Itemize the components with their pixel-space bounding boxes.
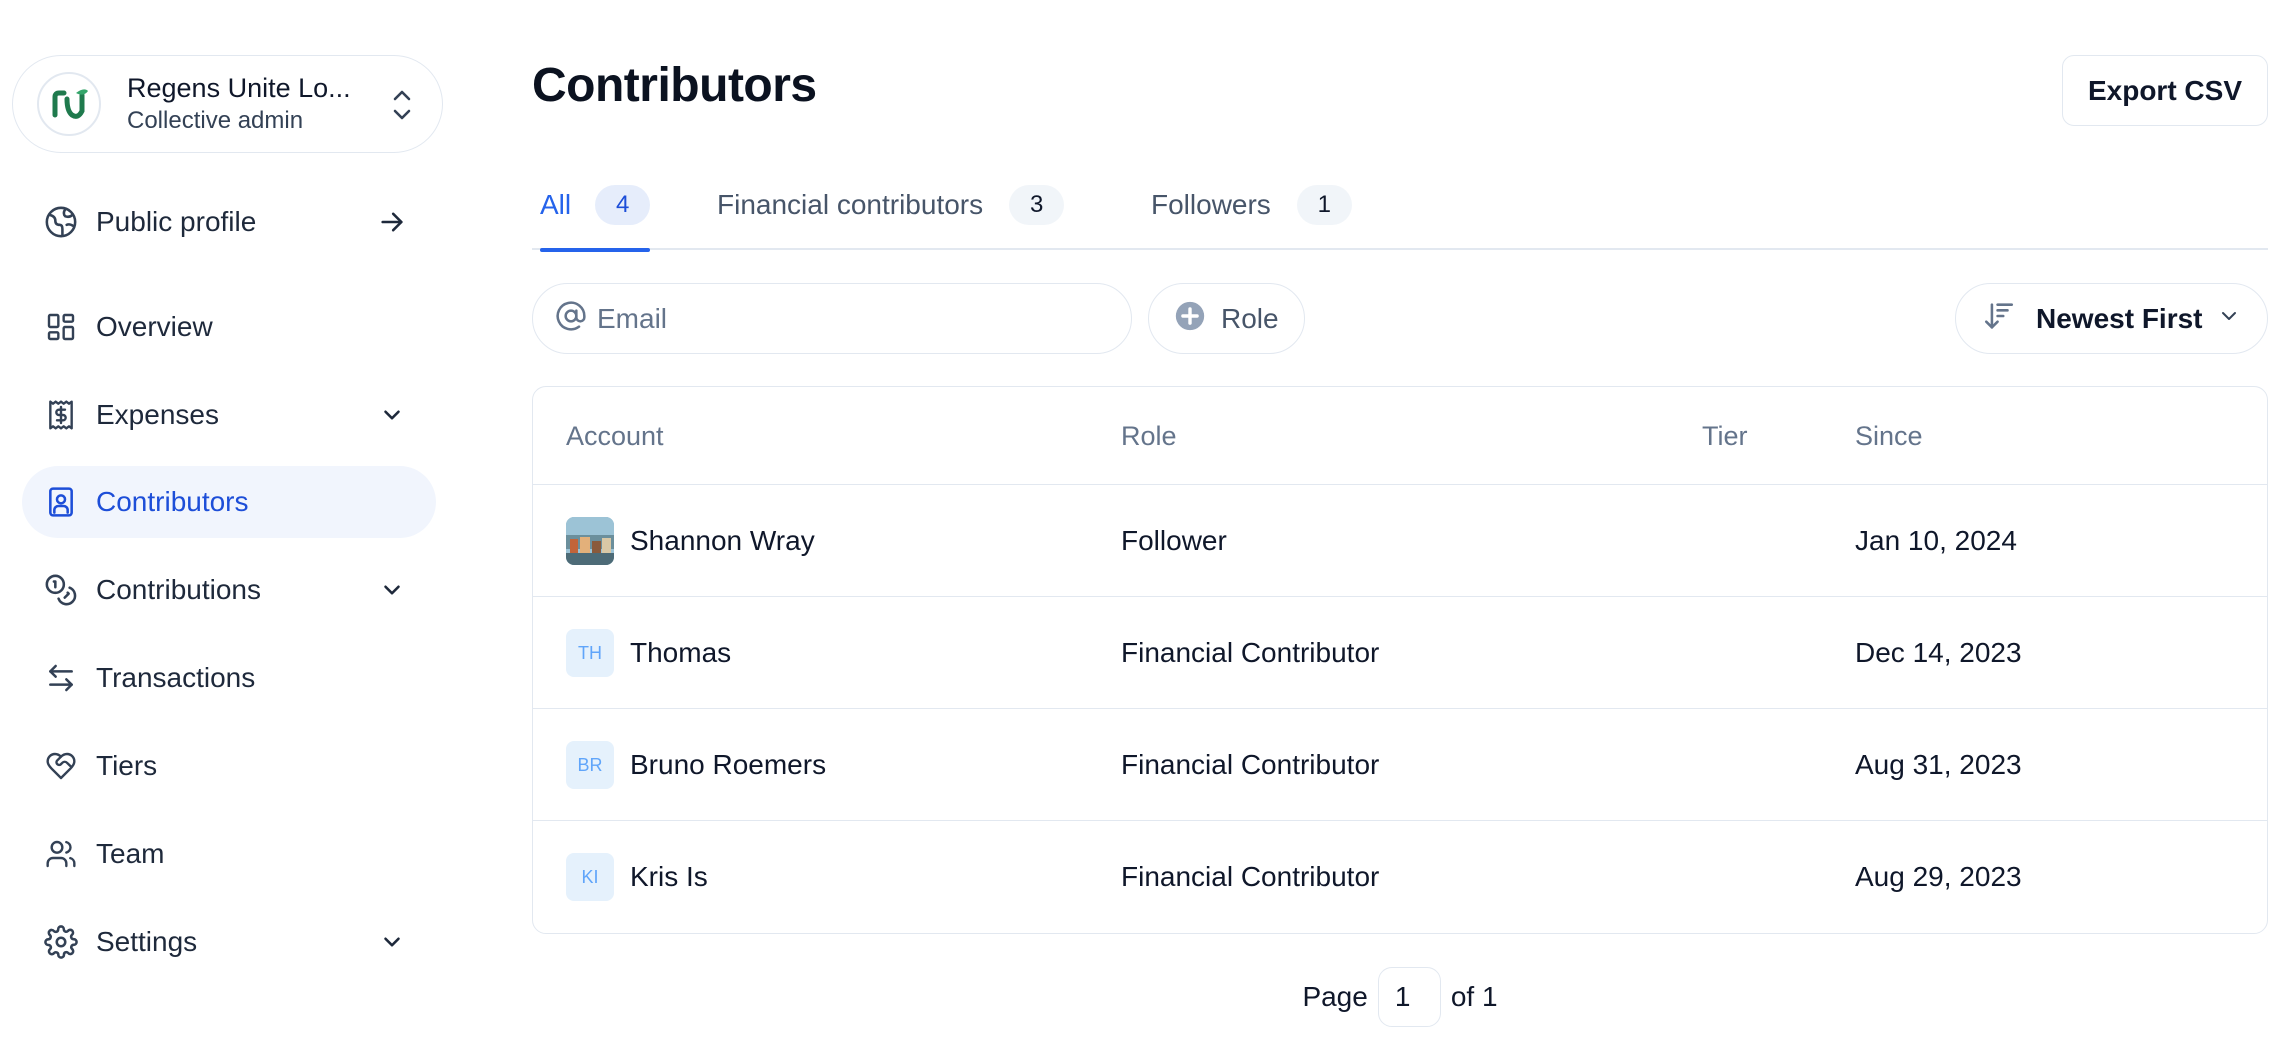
contributor-tabs: All 4 Financial contributors 3 Followers… xyxy=(532,160,2268,252)
contributors-table: Account Role Tier Since Shannon Wray Fol… xyxy=(532,386,2268,934)
tab-count-badge: 3 xyxy=(1009,185,1065,225)
coins-icon xyxy=(44,573,78,607)
sidebar-item-label: Expenses xyxy=(96,399,219,430)
tab-label: Followers xyxy=(1151,189,1271,220)
account-cell: KI Kris Is xyxy=(566,821,708,933)
role-cell: Financial Contributor xyxy=(1121,637,1380,668)
account-name: Shannon Wray xyxy=(630,525,815,556)
table-header: Account Role Tier Since xyxy=(533,387,2267,485)
role-cell: Financial Contributor xyxy=(1121,861,1380,892)
account-name: Regens Unite Lo... xyxy=(127,73,351,103)
tab-label: Financial contributors xyxy=(717,189,984,220)
sidebar-item-label: Contributors xyxy=(96,486,249,517)
sidebar-item-contributions[interactable]: Contributions xyxy=(22,554,436,626)
avatar: KI xyxy=(566,853,614,901)
since-cell: Dec 14, 2023 xyxy=(1855,637,2022,668)
since-cell: Jan 10, 2024 xyxy=(1855,525,2017,556)
account-role: Collective admin xyxy=(127,107,304,134)
column-header-account: Account xyxy=(566,421,664,451)
sidebar-item-contributors[interactable]: Contributors xyxy=(22,466,436,538)
sidebar-item-label: Public profile xyxy=(96,206,257,237)
sidebar-item-label: Team xyxy=(96,838,165,869)
dashboard-icon xyxy=(44,310,78,344)
role-cell: Follower xyxy=(1121,525,1227,556)
heart-handshake-icon xyxy=(44,749,78,783)
plus-circle-icon xyxy=(1173,299,1207,338)
users-icon xyxy=(44,837,78,871)
tab-count-badge: 4 xyxy=(595,185,651,225)
sidebar-item-transactions[interactable]: Transactions xyxy=(22,642,436,714)
sidebar-item-label: Settings xyxy=(96,926,198,957)
at-sign-icon xyxy=(555,300,587,337)
sidebar-item-settings[interactable]: Settings xyxy=(22,906,436,978)
sidebar-item-label: Tiers xyxy=(96,750,158,781)
page-title: Contributors xyxy=(532,59,817,112)
sidebar-item-label: Overview xyxy=(96,311,213,342)
sidebar-item-team[interactable]: Team xyxy=(22,818,436,890)
sidebar: Regens Unite Lo... Collective admin Publ… xyxy=(0,0,460,1052)
chevron-down-icon xyxy=(2217,304,2241,333)
gear-icon xyxy=(44,925,78,959)
sidebar-item-public-profile[interactable]: Public profile xyxy=(22,186,436,258)
avatar: TH xyxy=(566,629,614,677)
table-row[interactable]: KI Kris Is Financial Contributor Aug 29,… xyxy=(533,821,2267,933)
account-switcher[interactable]: Regens Unite Lo... Collective admin xyxy=(12,55,443,153)
sort-label: Newest First xyxy=(2036,302,2203,334)
page-total-label: of 1 xyxy=(1450,981,1498,1012)
export-csv-button[interactable]: Export CSV xyxy=(2061,55,2268,126)
table-row[interactable]: BR Bruno Roemers Financial Contributor A… xyxy=(533,709,2267,821)
sidebar-item-overview[interactable]: Overview xyxy=(22,291,436,363)
pagination: Page of 1 xyxy=(532,967,2268,1027)
avatar: BR xyxy=(566,741,614,789)
email-filter xyxy=(532,283,1132,354)
tab-financial-contributors[interactable]: Financial contributors 3 xyxy=(717,160,1065,250)
role-filter-button[interactable]: Role xyxy=(1148,283,1305,354)
sidebar-item-tiers[interactable]: Tiers xyxy=(22,730,436,802)
sidebar-item-label: Transactions xyxy=(96,662,256,693)
tab-count-badge: 1 xyxy=(1296,185,1352,225)
chevrons-up-down-icon xyxy=(390,86,414,129)
tab-followers[interactable]: Followers 1 xyxy=(1151,160,1352,250)
sort-dropdown[interactable]: Newest First xyxy=(1955,283,2268,354)
app-root: Regens Unite Lo... Collective admin Publ… xyxy=(0,0,2282,1052)
globe-icon xyxy=(44,205,78,239)
account-cell: Shannon Wray xyxy=(566,485,815,597)
page-label: Page xyxy=(1302,981,1368,1012)
email-input[interactable] xyxy=(597,302,1097,335)
account-name: Kris Is xyxy=(630,861,708,892)
chevron-down-icon xyxy=(378,401,406,429)
role-cell: Financial Contributor xyxy=(1121,749,1380,780)
page-number-input[interactable] xyxy=(1377,967,1441,1027)
arrows-left-right-icon xyxy=(44,661,78,695)
regens-unite-logo-icon xyxy=(37,72,101,136)
since-cell: Aug 31, 2023 xyxy=(1855,749,2022,780)
account-cell: BR Bruno Roemers xyxy=(566,709,826,821)
sort-descending-icon xyxy=(1982,299,2016,338)
receipt-icon xyxy=(44,398,78,432)
table-row[interactable]: Shannon Wray Follower Jan 10, 2024 xyxy=(533,485,2267,597)
avatar xyxy=(566,517,614,565)
account-name: Thomas xyxy=(630,637,732,668)
since-cell: Aug 29, 2023 xyxy=(1855,861,2022,892)
sidebar-item-expenses[interactable]: Expenses xyxy=(22,379,436,451)
tab-label: All xyxy=(540,189,572,220)
contact-book-icon xyxy=(44,485,78,519)
chevron-down-icon xyxy=(378,928,406,956)
account-name: Bruno Roemers xyxy=(630,749,827,780)
main-content: Contributors Export CSV All 4 Financial … xyxy=(532,0,2268,1052)
role-filter-label: Role xyxy=(1221,302,1279,334)
column-header-since: Since xyxy=(1855,421,1923,451)
column-header-tier: Tier xyxy=(1702,421,1748,451)
arrow-right-icon xyxy=(378,208,406,236)
table-row[interactable]: TH Thomas Financial Contributor Dec 14, … xyxy=(533,597,2267,709)
tab-all[interactable]: All 4 xyxy=(540,160,651,252)
sidebar-item-label: Contributions xyxy=(96,574,261,605)
account-cell: TH Thomas xyxy=(566,597,731,709)
chevron-down-icon xyxy=(378,576,406,604)
column-header-role: Role xyxy=(1121,421,1177,451)
